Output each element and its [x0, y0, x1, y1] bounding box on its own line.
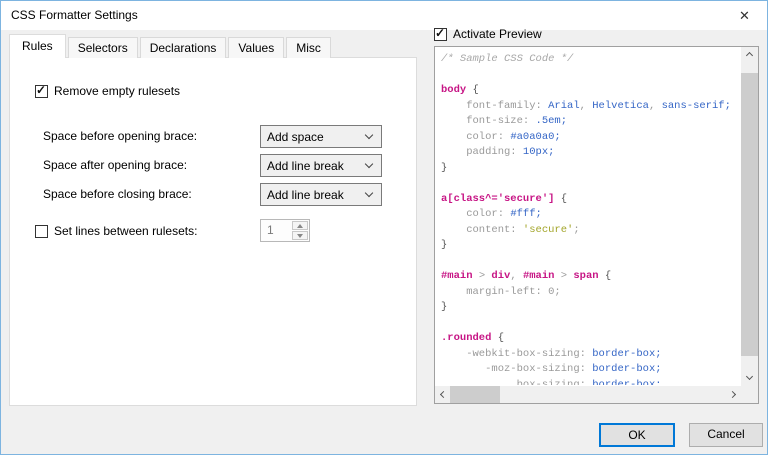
vertical-scrollbar[interactable]	[741, 47, 758, 386]
remove-empty-rulesets-checkbox[interactable]	[35, 85, 48, 98]
tab-selectors[interactable]: Selectors	[68, 37, 138, 58]
space-after-opening-brace-select[interactable]: Add line break	[260, 154, 382, 177]
horizontal-scrollbar[interactable]	[435, 386, 741, 403]
arrow-down-icon	[297, 234, 303, 238]
space-before-opening-brace-select[interactable]: Add space	[260, 125, 382, 148]
combo-selected-value: Add line break	[261, 159, 366, 173]
horizontal-scrollbar-thumb[interactable]	[450, 386, 500, 403]
activate-preview-label[interactable]: Activate Preview	[453, 27, 542, 41]
scroll-up-button[interactable]	[741, 47, 758, 64]
title-bar: CSS Formatter Settings ✕	[1, 1, 767, 30]
close-icon: ✕	[739, 8, 750, 23]
tab-misc[interactable]: Misc	[286, 37, 331, 58]
chevron-down-icon	[365, 189, 373, 197]
combo-selected-value: Add space	[261, 130, 366, 144]
tab-declarations[interactable]: Declarations	[140, 37, 227, 58]
space-before-opening-brace-label: Space before opening brace:	[43, 125, 197, 148]
arrow-up-icon	[297, 224, 303, 228]
rules-tab-panel: Remove empty rulesets Space before openi…	[9, 57, 417, 406]
set-lines-between-rulesets-checkbox[interactable]	[35, 225, 48, 238]
tab-values[interactable]: Values	[228, 37, 284, 58]
set-lines-between-rulesets-label[interactable]: Set lines between rulesets:	[54, 224, 197, 238]
spinner-value: 1	[261, 220, 292, 241]
vertical-scrollbar-thumb[interactable]	[741, 73, 758, 356]
tab-rules[interactable]: Rules	[9, 34, 66, 58]
lines-between-rulesets-spinner: 1	[260, 219, 310, 242]
space-before-closing-brace-label: Space before closing brace:	[43, 183, 192, 206]
activate-preview-checkbox[interactable]	[434, 28, 447, 41]
scroll-down-button[interactable]	[741, 369, 758, 386]
scrollbar-corner	[741, 386, 758, 403]
remove-empty-rulesets-label[interactable]: Remove empty rulesets	[54, 84, 180, 98]
chevron-down-icon	[365, 131, 373, 139]
chevron-down-icon	[746, 373, 753, 380]
tab-bar: Rules Selectors Declarations Values Misc	[9, 34, 333, 58]
chevron-right-icon	[729, 391, 736, 398]
spinner-buttons	[292, 220, 309, 241]
code-area: /* Sample CSS Code */ body { font-family…	[436, 48, 740, 385]
space-before-closing-brace-select[interactable]: Add line break	[260, 183, 382, 206]
spinner-up-button	[292, 221, 308, 230]
css-formatter-settings-dialog: CSS Formatter Settings ✕ Rules Selectors…	[0, 0, 768, 455]
chevron-left-icon	[440, 391, 447, 398]
chevron-up-icon	[746, 52, 753, 59]
css-preview-pane: /* Sample CSS Code */ body { font-family…	[434, 46, 759, 404]
remove-empty-rulesets-row: Remove empty rulesets	[35, 83, 180, 99]
spinner-down-button	[292, 231, 308, 240]
set-lines-between-rulesets-row: Set lines between rulesets:	[35, 223, 197, 239]
cancel-button[interactable]: Cancel	[689, 423, 763, 447]
space-after-opening-brace-label: Space after opening brace:	[43, 154, 187, 177]
window-title: CSS Formatter Settings	[11, 1, 138, 30]
chevron-down-icon	[365, 160, 373, 168]
scroll-right-button[interactable]	[724, 386, 741, 403]
ok-button[interactable]: OK	[599, 423, 675, 447]
close-button[interactable]: ✕	[722, 1, 767, 30]
activate-preview-row: Activate Preview	[434, 26, 542, 42]
combo-selected-value: Add line break	[261, 188, 366, 202]
